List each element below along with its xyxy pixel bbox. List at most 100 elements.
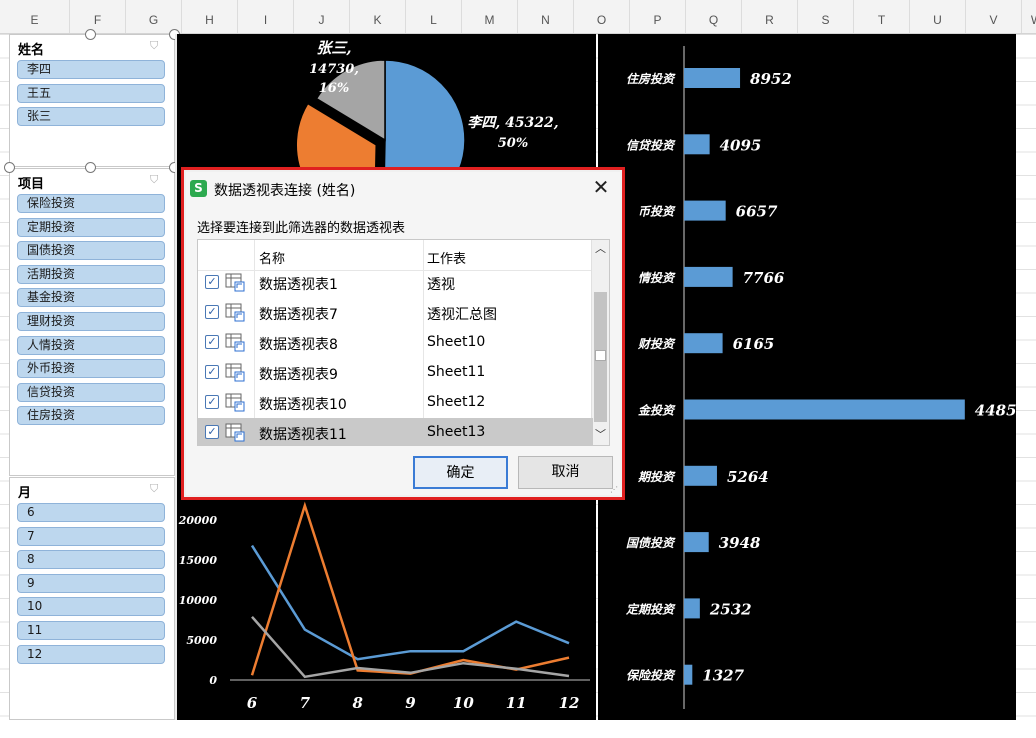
column-header-j[interactable]: J: [294, 0, 350, 33]
slicer-item[interactable]: 9: [17, 573, 165, 593]
bar[interactable]: [684, 465, 717, 486]
row-checkbox[interactable]: ✓: [205, 395, 219, 409]
column-header-n[interactable]: N: [518, 0, 574, 33]
column-header-u[interactable]: U: [910, 0, 966, 33]
bar-value-label: 4095: [720, 136, 762, 154]
resize-handle[interactable]: [85, 162, 96, 173]
row-checkbox[interactable]: ✓: [205, 305, 219, 319]
column-header-r[interactable]: R: [742, 0, 798, 33]
scroll-down-icon[interactable]: ﹀: [592, 426, 609, 443]
slicer-item[interactable]: 王五: [17, 83, 165, 103]
slicer-item[interactable]: 外币投资: [17, 359, 165, 379]
x-tick-label: 12: [559, 694, 580, 712]
slicer-item[interactable]: 8: [17, 550, 165, 570]
ok-button[interactable]: 确定: [413, 456, 508, 489]
column-header-v[interactable]: V: [966, 0, 1022, 33]
slicer-item[interactable]: 李四: [17, 60, 165, 79]
list-item[interactable]: ✓ 数据透视表8 Sheet10: [198, 328, 593, 358]
bar[interactable]: [684, 333, 723, 354]
slicer-item[interactable]: 活期投资: [17, 264, 165, 284]
pivot-table-list[interactable]: 名称 工作表 ︿ ﹀ ✓ 数据透视表1 透视 ✓ 数据透视表7 透视汇总图 ✓ 数据透视表8 S…: [197, 239, 610, 446]
bar[interactable]: [684, 134, 710, 155]
column-header-m[interactable]: M: [462, 0, 518, 33]
slicer-item[interactable]: 7: [17, 526, 165, 546]
slicer-item[interactable]: 6: [17, 503, 165, 522]
bar-chart-area[interactable]: 8952 住房投资 4095 信贷投资 6657 币投资 7766 情投资 6165 财投资 448…: [598, 34, 1027, 720]
slicer-name[interactable]: 姓名 ⛉ 李四王五张三: [9, 34, 175, 167]
bar[interactable]: [684, 266, 733, 287]
row-checkbox[interactable]: ✓: [205, 425, 219, 439]
worksheet-name: 透视汇总图: [427, 307, 497, 323]
clear-filter-icon[interactable]: ⛉: [150, 40, 164, 52]
list-item[interactable]: ✓ 数据透视表11 Sheet13: [198, 418, 593, 445]
column-header-k[interactable]: K: [350, 0, 406, 33]
list-item[interactable]: ✓ 数据透视表9 Sheet11: [198, 358, 593, 388]
slicer-item[interactable]: 保险投资: [17, 194, 165, 213]
slicer-item[interactable]: 10: [17, 597, 165, 617]
slicer-item[interactable]: 定期投资: [17, 217, 165, 237]
bar[interactable]: [684, 664, 693, 685]
list-item[interactable]: ✓ 数据透视表10 Sheet12: [198, 388, 593, 418]
clear-filter-icon[interactable]: ⛉: [150, 483, 164, 495]
column-header-w[interactable]: W: [1022, 0, 1036, 33]
column-header-sheet: 工作表: [427, 252, 467, 267]
bar[interactable]: [684, 200, 726, 221]
bar[interactable]: [684, 598, 700, 619]
slicer-item[interactable]: 国债投资: [17, 241, 165, 261]
column-header-bar: EFGHIJKLMNOPQRSTUVW: [0, 0, 1036, 34]
column-header-l[interactable]: L: [406, 0, 462, 33]
slicer-item[interactable]: 12: [17, 644, 165, 664]
line-series[interactable]: [250, 544, 570, 661]
row-checkbox[interactable]: ✓: [205, 365, 219, 379]
bar[interactable]: [684, 399, 965, 420]
worksheet-name: Sheet11: [427, 364, 486, 380]
bar-value-label: 6657: [736, 203, 778, 221]
bar[interactable]: [684, 68, 741, 88]
slicer-item[interactable]: 张三: [17, 107, 165, 127]
list-item[interactable]: ✓ 数据透视表7 透视汇总图: [198, 298, 593, 328]
slicer-item[interactable]: 基金投资: [17, 288, 165, 308]
column-header-h[interactable]: H: [182, 0, 238, 33]
column-header-i[interactable]: I: [238, 0, 294, 33]
pivot-table-icon: [225, 423, 245, 442]
clear-filter-icon[interactable]: ⛉: [150, 174, 164, 186]
slicer-project[interactable]: 项目 ⛉ 保险投资 定期投资 国债投资 活期投资 基金投资 理财投资 人情投资 外币投资 信贷投…: [9, 168, 175, 476]
worksheet-name: Sheet13: [427, 424, 486, 440]
slicer-item[interactable]: 住房投资: [17, 406, 165, 426]
pie-data-label: 李四, 45322,: [467, 114, 558, 131]
column-header-e[interactable]: E: [0, 0, 70, 33]
resize-handle[interactable]: [85, 29, 96, 40]
bar[interactable]: [684, 532, 709, 553]
resize-handle[interactable]: [4, 162, 15, 173]
list-item[interactable]: ✓ 数据透视表1 透视: [198, 268, 593, 298]
x-tick-label: 10: [453, 694, 474, 712]
column-header-p[interactable]: P: [630, 0, 686, 33]
row-checkbox[interactable]: ✓: [205, 335, 219, 349]
scroll-up-icon[interactable]: ︿: [592, 240, 609, 257]
column-header-f[interactable]: F: [70, 0, 126, 33]
dialog-titlebar[interactable]: S 数据透视表连接 (姓名) ✕: [186, 172, 620, 202]
pivot-table-name: 数据透视表8: [259, 337, 338, 353]
close-icon[interactable]: ✕: [590, 176, 612, 198]
slicer-item[interactable]: 11: [17, 621, 165, 640]
column-header-s[interactable]: S: [798, 0, 854, 33]
x-tick-label: 7: [300, 694, 311, 712]
slicer-item[interactable]: 人情投资: [17, 335, 165, 355]
column-header-o[interactable]: O: [574, 0, 630, 33]
x-tick-label: 8: [352, 694, 363, 712]
line-series[interactable]: [250, 501, 570, 676]
pie-data-label: 16%: [319, 81, 349, 96]
column-header-q[interactable]: Q: [686, 0, 742, 33]
resize-grip-icon[interactable]: ⋰: [610, 485, 619, 494]
pivot-connection-dialog[interactable]: S 数据透视表连接 (姓名) ✕ 选择要连接到此筛选器的数据透视表 名称 工作表…: [181, 167, 625, 500]
cancel-button[interactable]: 取消: [518, 456, 613, 489]
scroll-grip[interactable]: [595, 350, 606, 361]
slicer-month[interactable]: 月 ⛉ 6 7 8 9 10 11 12: [9, 477, 175, 720]
vertical-scrollbar[interactable]: ︿ ﹀: [591, 240, 609, 445]
slicer-item[interactable]: 信贷投资: [17, 382, 165, 402]
bar-chart-svg: 8952 住房投资 4095 信贷投资 6657 币投资 7766 情投资 6165 财投资 448…: [625, 46, 1027, 709]
slicer-item[interactable]: 理财投资: [17, 312, 165, 331]
column-header-t[interactable]: T: [854, 0, 910, 33]
slicer-title: 姓名: [18, 43, 45, 58]
row-checkbox[interactable]: ✓: [205, 275, 219, 289]
